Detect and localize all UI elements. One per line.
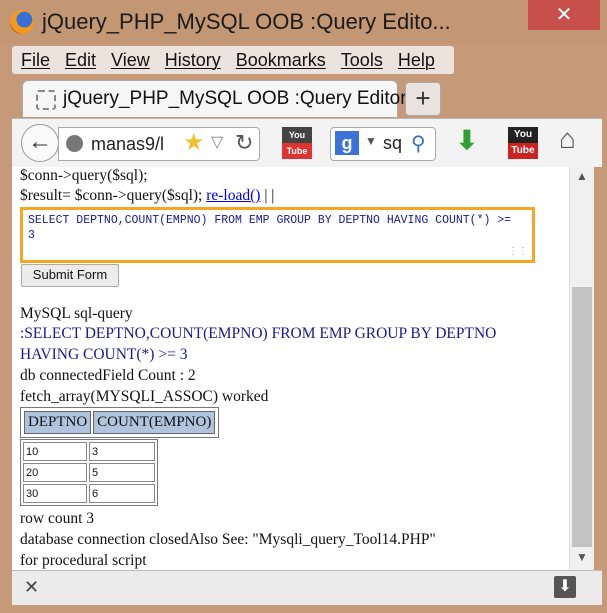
menu-tools[interactable]: Tools [341, 50, 383, 71]
result-data-table: 10 3 20 5 30 6 [20, 439, 158, 506]
close-window-button[interactable]: ✕ [528, 0, 600, 30]
sql-text[interactable]: SELECT DEPTNO,COUNT(EMPNO) FROM EMP GROU… [28, 213, 518, 243]
tab-strip: jQuery_PHP_MySQL OOB :Query Editor + [12, 78, 602, 118]
vertical-scrollbar[interactable]: ▲ ▼ [569, 167, 594, 570]
table-row: 10 3 [23, 442, 155, 461]
globe-icon [66, 135, 83, 152]
download-arrow-icon[interactable]: ⬇ [456, 125, 478, 156]
firefox-logo-icon [10, 10, 34, 34]
table-row: 20 5 [23, 463, 155, 482]
code-line-2: $result= $conn->query($sql); re-load() |… [20, 187, 274, 205]
download-box-icon[interactable]: ⬇ [554, 576, 576, 598]
menu-bar: File Edit View History Bookmarks Tools H… [12, 46, 454, 74]
result-header-table: DEPTNO COUNT(EMPNO) [20, 407, 220, 438]
reload-link[interactable]: re-load() [206, 187, 260, 204]
query-line-1: :SELECT DEPTNO,COUNT(EMPNO) FROM EMP GRO… [20, 325, 497, 342]
cell-deptno: 20 [23, 463, 87, 482]
menu-file[interactable]: File [21, 50, 50, 71]
header-deptno: DEPTNO [24, 411, 92, 434]
table-row: 30 6 [23, 484, 155, 503]
code-line-2-text: $result= $conn->query($sql); [20, 187, 207, 204]
procedural-script-text: for procedural script [20, 552, 147, 569]
page-content: $conn->query($sql); $result= $conn->quer… [12, 167, 569, 570]
page-favicon-icon [36, 90, 56, 110]
menu-help[interactable]: Help [398, 50, 435, 71]
search-input[interactable]: sq [383, 133, 402, 154]
youtube-icon[interactable]: You Tube [282, 127, 312, 159]
chevron-down-icon[interactable]: ▼ [365, 134, 377, 148]
home-icon[interactable]: ⌂ [559, 123, 576, 155]
sql-textarea[interactable]: SELECT DEPTNO,COUNT(EMPNO) FROM EMP GROU… [20, 207, 535, 263]
scrollbar-thumb[interactable] [572, 287, 592, 547]
new-tab-button[interactable]: + [405, 82, 441, 116]
search-bar[interactable]: g ▼ sq ⚲ [330, 127, 436, 161]
url-text[interactable]: manas9/l [91, 134, 164, 155]
back-button[interactable]: ← [21, 124, 59, 162]
window-title: jQuery_PHP_MySQL OOB :Query Edito... [42, 9, 451, 34]
reload-icon[interactable]: ↻ [235, 130, 253, 156]
cell-count: 5 [89, 463, 155, 482]
fetch-array-text: fetch_array(MYSQLI_ASSOC) worked [20, 388, 269, 405]
menu-bookmarks[interactable]: Bookmarks [236, 50, 326, 71]
cell-deptno: 10 [23, 442, 87, 461]
mysql-label: MySQL sql-query [20, 305, 133, 322]
close-icon[interactable]: ✕ [24, 577, 39, 598]
navigation-toolbar: ← manas9/l ★ ▽ ↻ You Tube g ▼ sq ⚲ ⬇ You T… [12, 118, 602, 167]
tab-title: jQuery_PHP_MySQL OOB :Query Editor [63, 88, 407, 109]
scroll-up-icon[interactable]: ▲ [570, 169, 594, 187]
cell-deptno: 30 [23, 484, 87, 503]
youtube-bookmark-icon[interactable]: You Tube [508, 127, 538, 159]
cell-count: 3 [89, 442, 155, 461]
url-bar[interactable]: manas9/l ★ ▽ ↻ [58, 127, 260, 161]
tab-query-editor[interactable]: jQuery_PHP_MySQL OOB :Query Editor [22, 80, 407, 117]
menu-view[interactable]: View [111, 50, 150, 71]
status-bar: ✕ ⬇ [12, 570, 602, 605]
header-count-empno: COUNT(EMPNO) [93, 411, 216, 434]
scroll-down-icon[interactable]: ▼ [570, 550, 594, 568]
search-icon[interactable]: ⚲ [411, 131, 426, 156]
back-arrow-icon: ← [28, 128, 52, 155]
dropdown-arrow-icon[interactable]: ▽ [211, 132, 223, 152]
query-line-2: HAVING COUNT(*) >= 3 [20, 346, 188, 363]
google-icon[interactable]: g [335, 131, 359, 155]
menu-history[interactable]: History [165, 50, 221, 71]
resize-grip-icon[interactable]: ⋮⋮ [508, 246, 528, 257]
cell-count: 6 [89, 484, 155, 503]
row-count-text: row count 3 [20, 510, 95, 527]
star-icon[interactable]: ★ [183, 128, 205, 157]
submit-form-button[interactable]: Submit Form [21, 264, 119, 287]
title-bar: jQuery_PHP_MySQL OOB :Query Edito... ✕ [0, 0, 607, 44]
menu-edit[interactable]: Edit [65, 50, 96, 71]
connection-closed-text: database connection closedAlso See: "Mys… [20, 531, 436, 548]
code-line-2-suffix: | | [260, 187, 275, 204]
code-line-1: $conn->query($sql); [20, 167, 148, 184]
field-count-text: db connectedField Count : 2 [20, 367, 196, 384]
